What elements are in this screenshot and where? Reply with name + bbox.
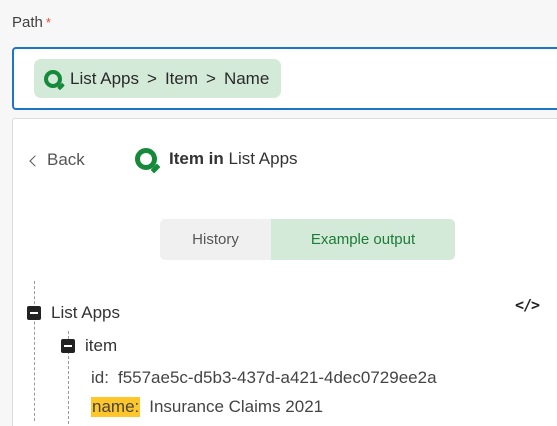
panel-title-strong: Item in	[169, 149, 224, 168]
chevron-left-icon	[29, 154, 41, 167]
collapse-icon[interactable]	[27, 306, 41, 320]
qlik-logo-icon	[135, 148, 157, 170]
required-marker: *	[45, 15, 51, 30]
tree-field-id[interactable]: id: f557ae5c-d5b3-437d-a421-4dec0729ee2a	[91, 368, 437, 388]
path-chip[interactable]: List Apps > Item > Name	[34, 59, 282, 98]
panel-title: Item in List Apps	[135, 148, 298, 170]
field-value: Insurance Claims 2021	[149, 397, 324, 416]
field-value: f557ae5c-d5b3-437d-a421-4dec0729ee2a	[117, 368, 437, 387]
field-key: id:	[91, 368, 109, 387]
tree-guide-line	[34, 281, 35, 421]
output-toggle: History Example output	[160, 219, 455, 260]
path-separator-2: >	[206, 68, 216, 88]
code-icon[interactable]: </>	[515, 296, 540, 314]
panel-title-rest: List Apps	[228, 149, 298, 168]
path-segment-2: Item	[164, 68, 198, 88]
path-label-text: Path	[12, 14, 43, 31]
path-picker-panel: Back Item in List Apps History Example o…	[12, 118, 557, 426]
qlik-logo-icon	[44, 69, 62, 88]
back-label: Back	[47, 150, 85, 169]
tree-node-root[interactable]: List Apps	[27, 303, 120, 323]
tree-node-item[interactable]: item	[61, 336, 117, 356]
tree-node-label: item	[85, 336, 118, 355]
path-label: Path *	[12, 14, 51, 31]
path-separator-1: >	[147, 68, 157, 88]
tab-example-output[interactable]: Example output	[271, 219, 455, 260]
path-segment-1: List Apps	[70, 68, 139, 88]
collapse-icon[interactable]	[61, 339, 75, 353]
path-segment-3: Name	[223, 68, 270, 88]
field-key-highlighted: name:	[91, 397, 141, 417]
back-button[interactable]: Back	[29, 150, 85, 170]
tree-field-name[interactable]: name: Insurance Claims 2021	[91, 397, 323, 417]
tree-node-label: List Apps	[51, 303, 120, 322]
path-input[interactable]: List Apps > Item > Name	[12, 47, 557, 110]
tab-history[interactable]: History	[160, 219, 271, 260]
